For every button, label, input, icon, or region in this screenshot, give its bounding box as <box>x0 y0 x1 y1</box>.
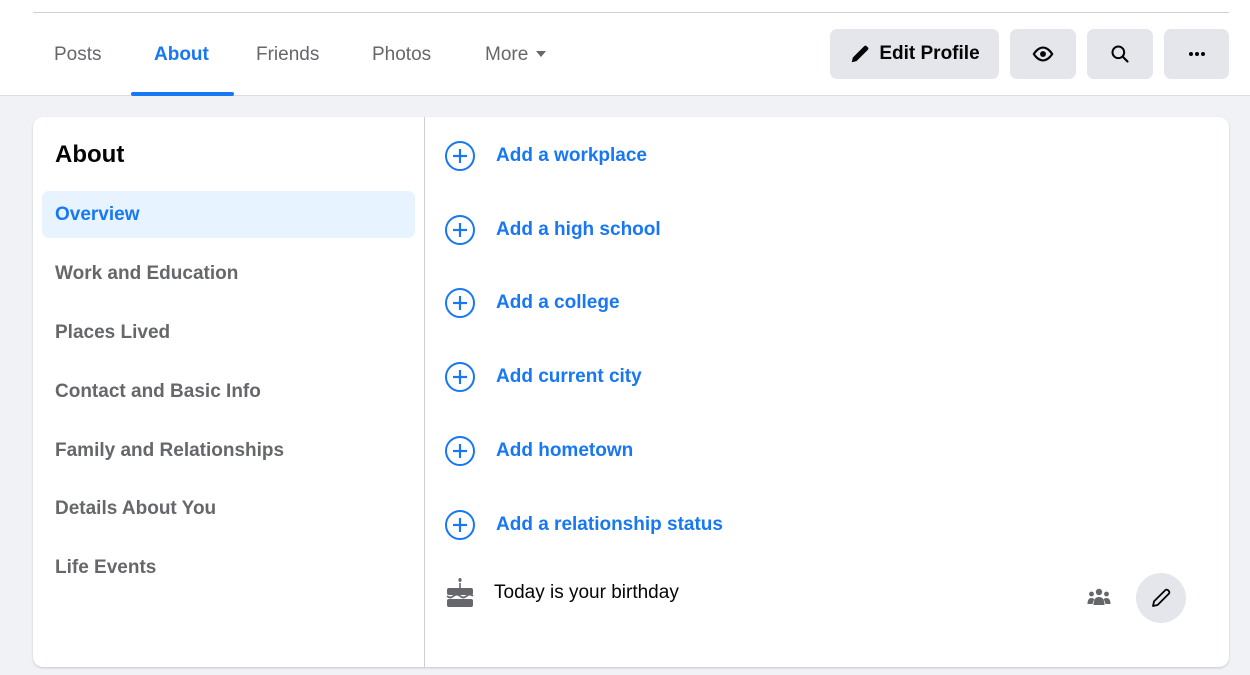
about-nav-contact-and-basic-info[interactable]: Contact and Basic Info <box>42 368 415 415</box>
edit-profile-label: Edit Profile <box>879 43 980 64</box>
tab-friends[interactable]: Friends <box>256 44 319 68</box>
about-card: About Overview Work and Education Places… <box>33 117 1229 667</box>
friends-audience-icon[interactable] <box>1087 587 1111 607</box>
tab-more[interactable]: More <box>485 44 547 68</box>
plus-circle-icon <box>445 436 475 466</box>
about-nav-places-lived[interactable]: Places Lived <box>42 309 415 356</box>
about-nav-label: Places Lived <box>55 321 171 343</box>
add-high-school-link[interactable]: Add a high school <box>444 213 661 247</box>
about-nav-work-and-education[interactable]: Work and Education <box>42 250 415 297</box>
add-workplace-link[interactable]: Add a workplace <box>444 139 647 173</box>
plus-circle-icon <box>445 215 475 245</box>
view-as-button[interactable] <box>1010 29 1076 79</box>
add-item-label: Add a workplace <box>496 145 647 166</box>
add-college-link[interactable]: Add a college <box>444 286 620 320</box>
about-nav-label: Details About You <box>55 497 217 519</box>
add-item-label: Add a college <box>496 292 620 313</box>
about-heading: About <box>55 141 125 168</box>
add-item-label: Add a high school <box>496 219 661 240</box>
plus-circle-icon <box>445 510 475 540</box>
about-nav-label: Contact and Basic Info <box>55 380 261 402</box>
tab-more-label: More <box>485 44 529 65</box>
add-item-label: Add a relationship status <box>496 514 723 535</box>
pencil-icon <box>1152 588 1171 607</box>
top-divider <box>33 12 1229 13</box>
edit-birthday-button[interactable] <box>1136 573 1186 623</box>
about-nav-family-and-relationships[interactable]: Family and Relationships <box>42 427 415 474</box>
more-options-button[interactable] <box>1164 29 1229 79</box>
tab-photos[interactable]: Photos <box>372 44 431 68</box>
pencil-icon <box>852 45 869 63</box>
about-nav-label: Family and Relationships <box>55 439 285 461</box>
caret-down-icon <box>536 51 547 57</box>
about-nav-life-events[interactable]: Life Events <box>42 544 415 591</box>
tab-posts[interactable]: Posts <box>54 44 102 68</box>
birthday-cake-icon <box>446 578 474 607</box>
about-nav-label: Work and Education <box>55 262 239 284</box>
add-item-label: Add hometown <box>496 440 634 461</box>
birthday-text: Today is your birthday <box>494 582 679 603</box>
search-button[interactable] <box>1087 29 1153 79</box>
search-icon <box>1111 45 1129 63</box>
profile-tab-bar: Posts About Friends Photos More Edit Pro… <box>0 0 1250 96</box>
add-item-label: Add current city <box>496 366 642 387</box>
plus-circle-icon <box>445 362 475 392</box>
column-divider <box>424 117 425 667</box>
active-tab-indicator <box>131 92 234 96</box>
about-nav-overview[interactable]: Overview <box>42 191 415 238</box>
add-current-city-link[interactable]: Add current city <box>444 360 642 394</box>
about-nav-details-about-you[interactable]: Details About You <box>42 485 415 532</box>
tab-about[interactable]: About <box>154 44 209 68</box>
more-dots-icon <box>1188 52 1205 56</box>
birthday-row: Today is your birthday <box>444 573 679 613</box>
add-hometown-link[interactable]: Add hometown <box>444 434 633 468</box>
eye-icon <box>1032 46 1054 62</box>
about-nav-label: Overview <box>55 203 140 225</box>
plus-circle-icon <box>445 288 475 318</box>
plus-circle-icon <box>445 141 475 171</box>
add-relationship-status-link[interactable]: Add a relationship status <box>444 508 723 542</box>
about-nav-label: Life Events <box>55 556 157 578</box>
edit-profile-button[interactable]: Edit Profile <box>830 29 999 79</box>
